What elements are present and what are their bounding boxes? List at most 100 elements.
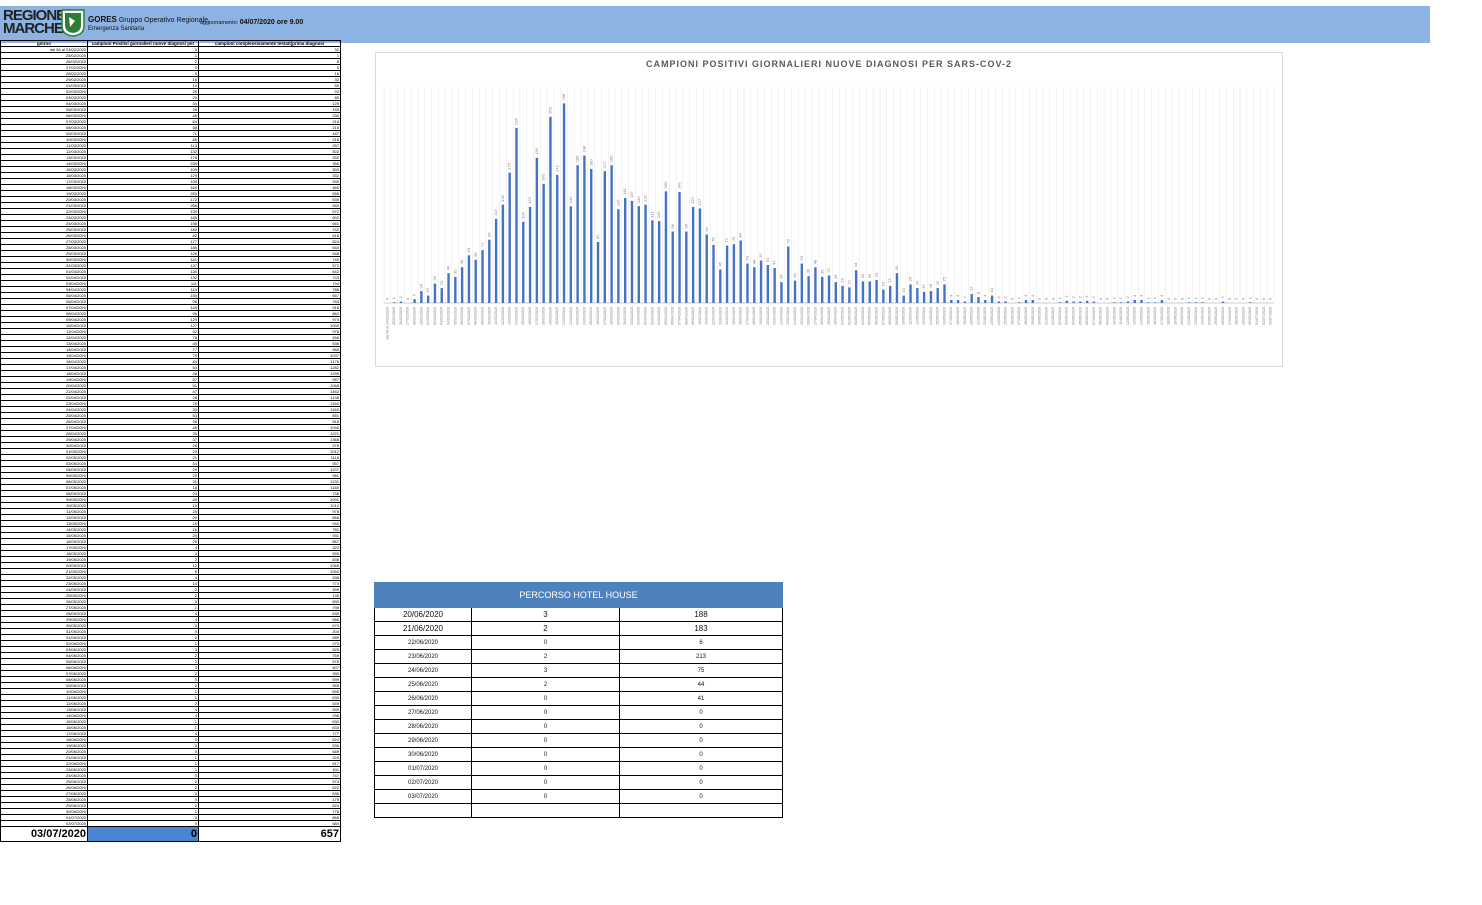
hotel-positivi: 0 bbox=[471, 747, 620, 762]
hotel-positivi: 0 bbox=[471, 691, 620, 706]
bar bbox=[1133, 300, 1136, 303]
data-label: 30 bbox=[792, 272, 797, 277]
hotel-house-body: 20/06/2020 3 188 21/06/2020 2 183 22/06/2020 0 6… bbox=[374, 607, 784, 818]
data-label: 96 bbox=[683, 223, 688, 228]
hotel-row: 03/07/2020 0 0 bbox=[374, 789, 784, 804]
hotel-testati: 0 bbox=[618, 789, 784, 804]
bar bbox=[515, 127, 518, 303]
x-tick-label: 14/06/2020 bbox=[1139, 307, 1143, 325]
data-label: 1 bbox=[1145, 296, 1150, 299]
x-tick-label: 18/04/2020 bbox=[752, 307, 756, 325]
daily-table-body: dal 06 al 24/02/2020 0 32 25/02/2020 1 1 26/02… bbox=[0, 46, 341, 827]
bar bbox=[793, 280, 797, 303]
x-tick-label: 02/06/2020 bbox=[1058, 307, 1062, 325]
bar bbox=[1194, 302, 1198, 303]
data-label: 20 bbox=[439, 280, 444, 285]
bar bbox=[970, 294, 973, 303]
col-header-testati: campioni complessivamente testati(prima … bbox=[198, 40, 341, 47]
bar bbox=[691, 206, 695, 303]
bar bbox=[705, 234, 708, 303]
x-tick-label: 22/03/2020 bbox=[569, 307, 573, 325]
data-label: 127 bbox=[697, 198, 702, 205]
data-label: 47 bbox=[772, 260, 777, 265]
data-label: 1 bbox=[391, 296, 396, 299]
data-label: 0 bbox=[1043, 297, 1048, 300]
bar bbox=[413, 299, 416, 303]
x-tick-label: 22/06/2020 bbox=[1194, 307, 1198, 325]
col-header-positivi: campioni Positivi giornalieri nuove diag… bbox=[87, 40, 199, 47]
x-tick-label: 01/04/2020 bbox=[637, 307, 641, 325]
x-tick-label: 05/06/2020 bbox=[1078, 307, 1082, 325]
hotel-date: 26/06/2020 bbox=[374, 691, 472, 706]
gores-text: Gruppo Operativo Regionale bbox=[118, 17, 208, 24]
data-label: 0 bbox=[1010, 297, 1015, 300]
bar bbox=[637, 206, 640, 303]
data-label: 28 bbox=[779, 274, 784, 279]
x-tick-label: 25/05/2020 bbox=[1004, 307, 1008, 325]
bar bbox=[780, 282, 783, 303]
data-label: 4 bbox=[1139, 294, 1144, 297]
bar bbox=[1058, 302, 1062, 303]
bar bbox=[821, 276, 824, 303]
hotel-house-title: PERCORSO HOTEL HOUSE bbox=[373, 582, 784, 608]
hotel-positivi: 0 bbox=[471, 761, 620, 776]
x-tick-label: 01/05/2020 bbox=[841, 307, 845, 325]
hotel-testati: 183 bbox=[618, 621, 784, 636]
data-label: 2 bbox=[1220, 296, 1225, 299]
x-tick-label: 27/02/2020 bbox=[406, 307, 410, 325]
hotel-date: 03/07/2020 bbox=[374, 789, 472, 804]
data-label: 126 bbox=[615, 199, 620, 206]
hotel-testati: 41 bbox=[618, 691, 784, 706]
bar bbox=[1126, 301, 1130, 303]
hotel-testati: 0 bbox=[618, 747, 784, 762]
x-tick-label: 06/06/2020 bbox=[1085, 307, 1089, 325]
x-tick-label: 30/05/2020 bbox=[1038, 307, 1042, 325]
data-label: 4 bbox=[1030, 294, 1035, 297]
x-tick-label: 08/05/2020 bbox=[888, 307, 892, 325]
x-tick-label: 12/06/2020 bbox=[1126, 307, 1130, 325]
x-tick-label: 15/05/2020 bbox=[936, 307, 940, 325]
data-label: 132 bbox=[500, 194, 505, 201]
bar bbox=[617, 209, 620, 303]
data-label: 2 bbox=[1091, 296, 1096, 299]
total-date: 03/07/2020 bbox=[0, 826, 88, 842]
bar bbox=[834, 282, 837, 303]
bar bbox=[759, 260, 763, 303]
x-tick-label: 24/04/2020 bbox=[793, 307, 797, 325]
data-label: 0 bbox=[384, 297, 389, 300]
x-tick-label: 07/06/2020 bbox=[1092, 307, 1096, 325]
daily-table-total-row: 03/07/2020 0 657 bbox=[0, 826, 341, 842]
hotel-positivi: 2 bbox=[471, 649, 620, 664]
x-tick-label: 30/03/2020 bbox=[623, 307, 627, 325]
bar bbox=[583, 155, 586, 303]
data-label: 149 bbox=[677, 182, 682, 189]
x-tick-label: 17/06/2020 bbox=[1160, 307, 1164, 325]
data-label: 1 bbox=[1193, 296, 1198, 299]
x-tick-label: 02/03/2020 bbox=[433, 307, 437, 325]
bar bbox=[882, 289, 885, 303]
data-label: 180 bbox=[588, 158, 593, 165]
hotel-row: 30/06/2020 0 0 bbox=[374, 747, 784, 762]
data-label: 85 bbox=[486, 231, 491, 236]
data-label: 4 bbox=[1132, 294, 1137, 297]
data-label: 2 bbox=[1003, 296, 1008, 299]
x-tick-label: 20/06/2020 bbox=[1180, 307, 1184, 325]
x-tick-label: 31/05/2020 bbox=[1044, 307, 1048, 325]
data-label: 16 bbox=[418, 283, 423, 288]
bar bbox=[868, 281, 871, 303]
hotel-row: 25/06/2020 2 44 bbox=[374, 677, 784, 692]
x-tick-label: 04/06/2020 bbox=[1072, 307, 1076, 325]
x-tick-label: 30/04/2020 bbox=[834, 307, 838, 325]
data-label: 185 bbox=[575, 155, 580, 162]
x-tick-label: 22/05/2020 bbox=[983, 307, 987, 325]
bar bbox=[1004, 301, 1007, 303]
bar bbox=[664, 191, 668, 303]
data-label: 129 bbox=[527, 196, 532, 203]
bar bbox=[433, 283, 437, 303]
x-tick-label: 01/07/2020 bbox=[1255, 307, 1259, 325]
data-label: 18 bbox=[880, 281, 885, 286]
x-tick-label: 25/04/2020 bbox=[800, 307, 804, 325]
x-tick-label: 18/03/2020 bbox=[542, 307, 546, 325]
bar bbox=[936, 288, 939, 303]
x-tick-label: 14/04/2020 bbox=[725, 307, 729, 325]
